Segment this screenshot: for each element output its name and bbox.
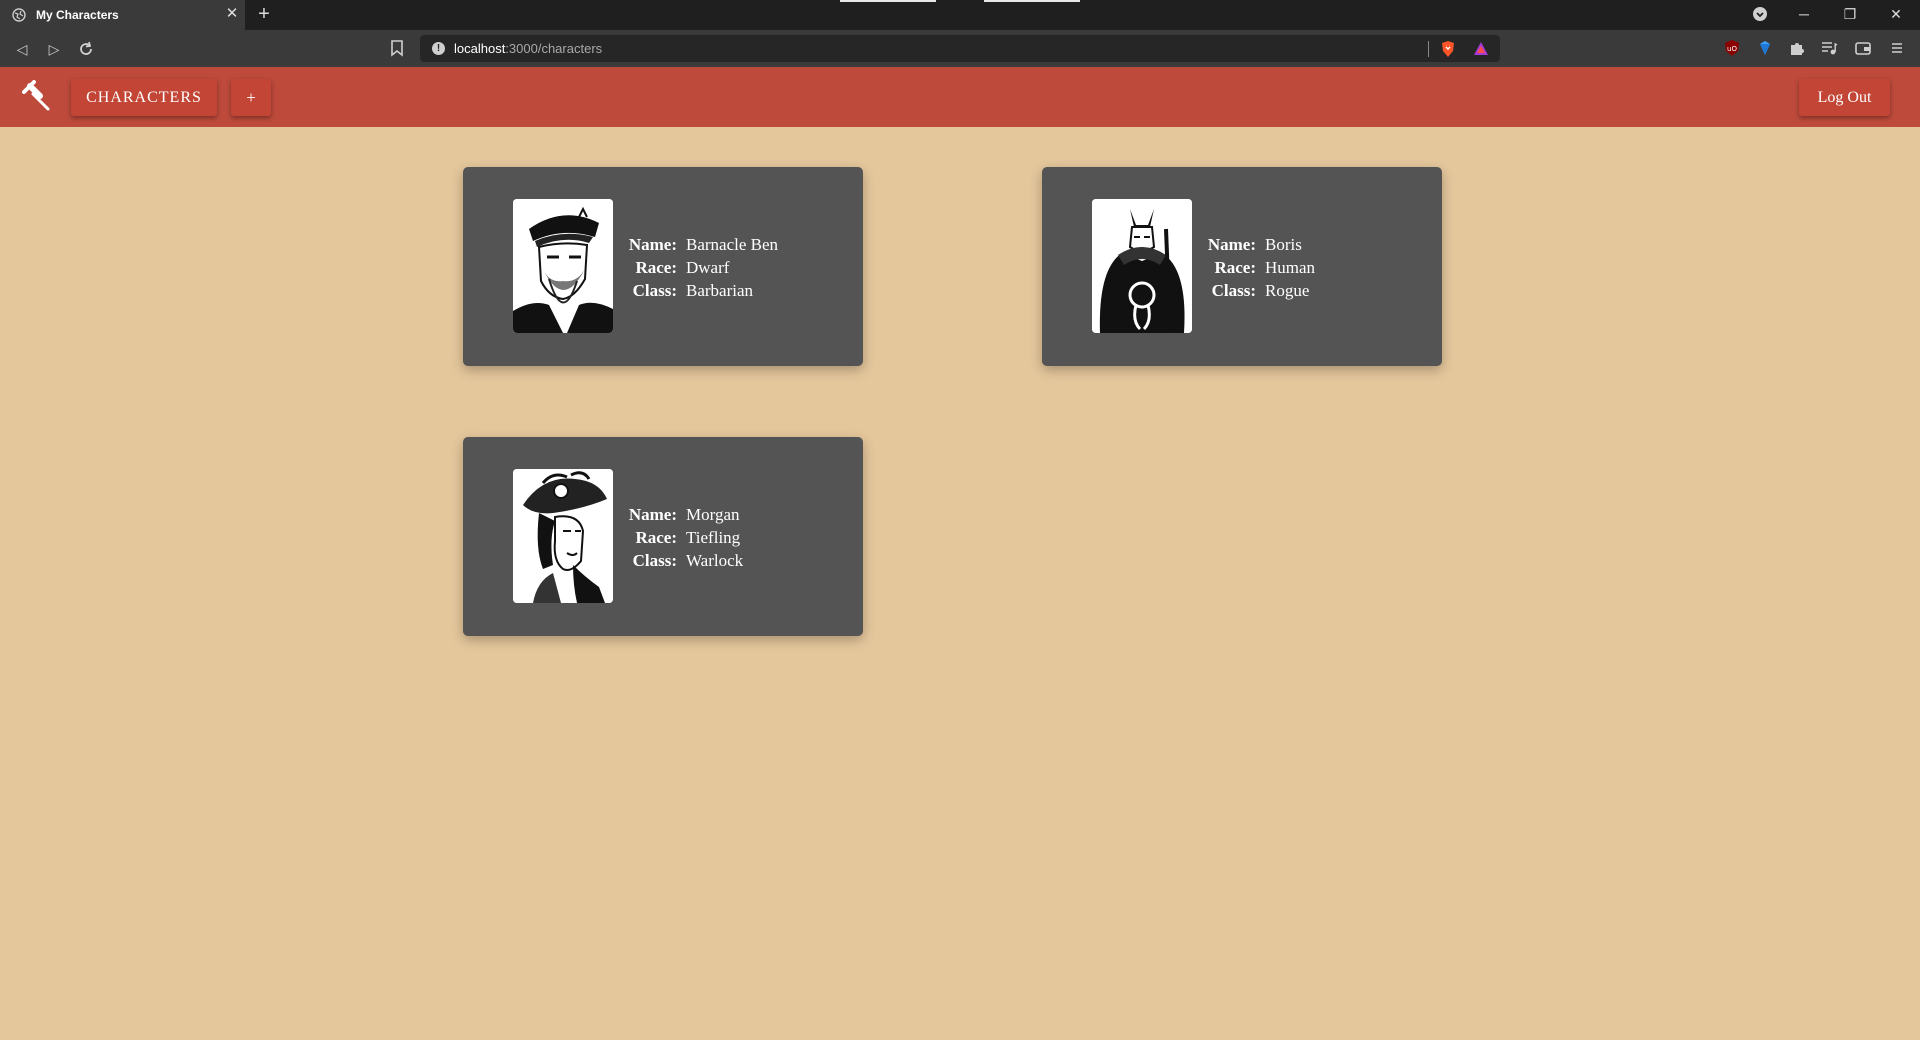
race-row: Race: Tiefling (621, 526, 743, 549)
name-label: Name: (628, 505, 677, 524)
character-card[interactable]: Name: Boris Race: Human Class: Rogue (1042, 167, 1442, 366)
captain-portrait (513, 199, 613, 333)
name-label: Name: (1207, 235, 1256, 254)
character-name: Boris (1265, 235, 1302, 254)
url-text[interactable]: localhost:3000/characters (454, 41, 602, 56)
class-label: Class: (632, 551, 677, 570)
character-info: Name: Barnacle Ben Race: Dwarf Class: Barba… (621, 233, 778, 302)
character-card[interactable]: Name: Barnacle Ben Race: Dwarf Class: Barba… (463, 167, 863, 366)
close-window-icon[interactable]: ✕ (1888, 6, 1904, 22)
forward-icon[interactable]: ▷ (44, 39, 64, 59)
media-playlist-icon[interactable] (1820, 39, 1838, 57)
class-row: Class: Rogue (1200, 279, 1315, 302)
tab-search-icon[interactable] (1752, 6, 1768, 22)
race-row: Race: Human (1200, 256, 1315, 279)
character-class: Barbarian (686, 281, 754, 300)
window-drag-strip (840, 0, 936, 2)
bookmark-icon[interactable] (390, 39, 404, 57)
name-row: Name: Barnacle Ben (621, 233, 778, 256)
name-row: Name: Morgan (621, 503, 743, 526)
name-label: Name: (628, 235, 677, 254)
character-info: Name: Morgan Race: Tiefling Class: Warlock (621, 503, 743, 572)
url-divider (1428, 41, 1429, 57)
brave-rewards-icon[interactable] (1473, 41, 1489, 57)
extensions-puzzle-icon[interactable] (1788, 39, 1806, 57)
wallet-icon[interactable] (1854, 39, 1872, 57)
race-label: Race: (635, 528, 677, 547)
brave-shield-icon[interactable] (1440, 40, 1456, 58)
hammer-icon[interactable] (20, 80, 54, 114)
tab-title: My Characters (36, 8, 119, 22)
race-row: Race: Dwarf (621, 256, 778, 279)
app-header: CHARACTERS + Log Out (0, 67, 1920, 127)
site-info-icon[interactable]: ! (432, 42, 445, 55)
browser-tab[interactable]: My Characters ✕ (0, 0, 245, 30)
name-row: Name: Boris (1200, 233, 1315, 256)
race-label: Race: (635, 258, 677, 277)
gem-extension-icon[interactable] (1756, 39, 1774, 57)
menu-icon[interactable] (1888, 39, 1906, 57)
minimize-icon[interactable]: ─ (1796, 6, 1812, 22)
globe-icon (12, 8, 26, 22)
tab-close-icon[interactable]: ✕ (224, 6, 240, 22)
character-race: Dwarf (686, 258, 730, 277)
character-card[interactable]: Name: Morgan Race: Tiefling Class: Warlock (463, 437, 863, 636)
class-label: Class: (632, 281, 677, 300)
characters-button[interactable]: CHARACTERS (71, 79, 217, 116)
new-tab-button[interactable]: + (254, 4, 274, 24)
samurai-portrait (1092, 199, 1192, 333)
browser-toolbar: ◁ ▷ ! localhost:3000/characters uO (0, 30, 1920, 67)
character-info: Name: Boris Race: Human Class: Rogue (1200, 233, 1315, 302)
race-label: Race: (1214, 258, 1256, 277)
class-row: Class: Warlock (621, 549, 744, 572)
class-row: Class: Barbarian (621, 279, 778, 302)
logout-button[interactable]: Log Out (1799, 79, 1890, 116)
character-race: Human (1265, 258, 1316, 277)
character-class: Warlock (686, 551, 744, 570)
restore-icon[interactable]: ❐ (1842, 6, 1858, 22)
add-character-button[interactable]: + (231, 79, 271, 116)
class-label: Class: (1211, 281, 1256, 300)
browser-tab-bar: My Characters ✕ + ─ ❐ ✕ (0, 0, 1920, 30)
character-class: Rogue (1265, 281, 1310, 300)
address-bar[interactable]: ! localhost:3000/characters (420, 35, 1500, 62)
character-race: Tiefling (686, 528, 741, 547)
hat-woman-portrait (513, 469, 613, 603)
character-name: Barnacle Ben (686, 235, 779, 254)
character-name: Morgan (686, 505, 740, 524)
back-icon[interactable]: ◁ (12, 39, 32, 59)
window-drag-strip (984, 0, 1080, 2)
svg-text:uO: uO (1727, 45, 1737, 53)
ublock-icon[interactable]: uO (1723, 39, 1741, 57)
reload-icon[interactable] (76, 39, 96, 59)
